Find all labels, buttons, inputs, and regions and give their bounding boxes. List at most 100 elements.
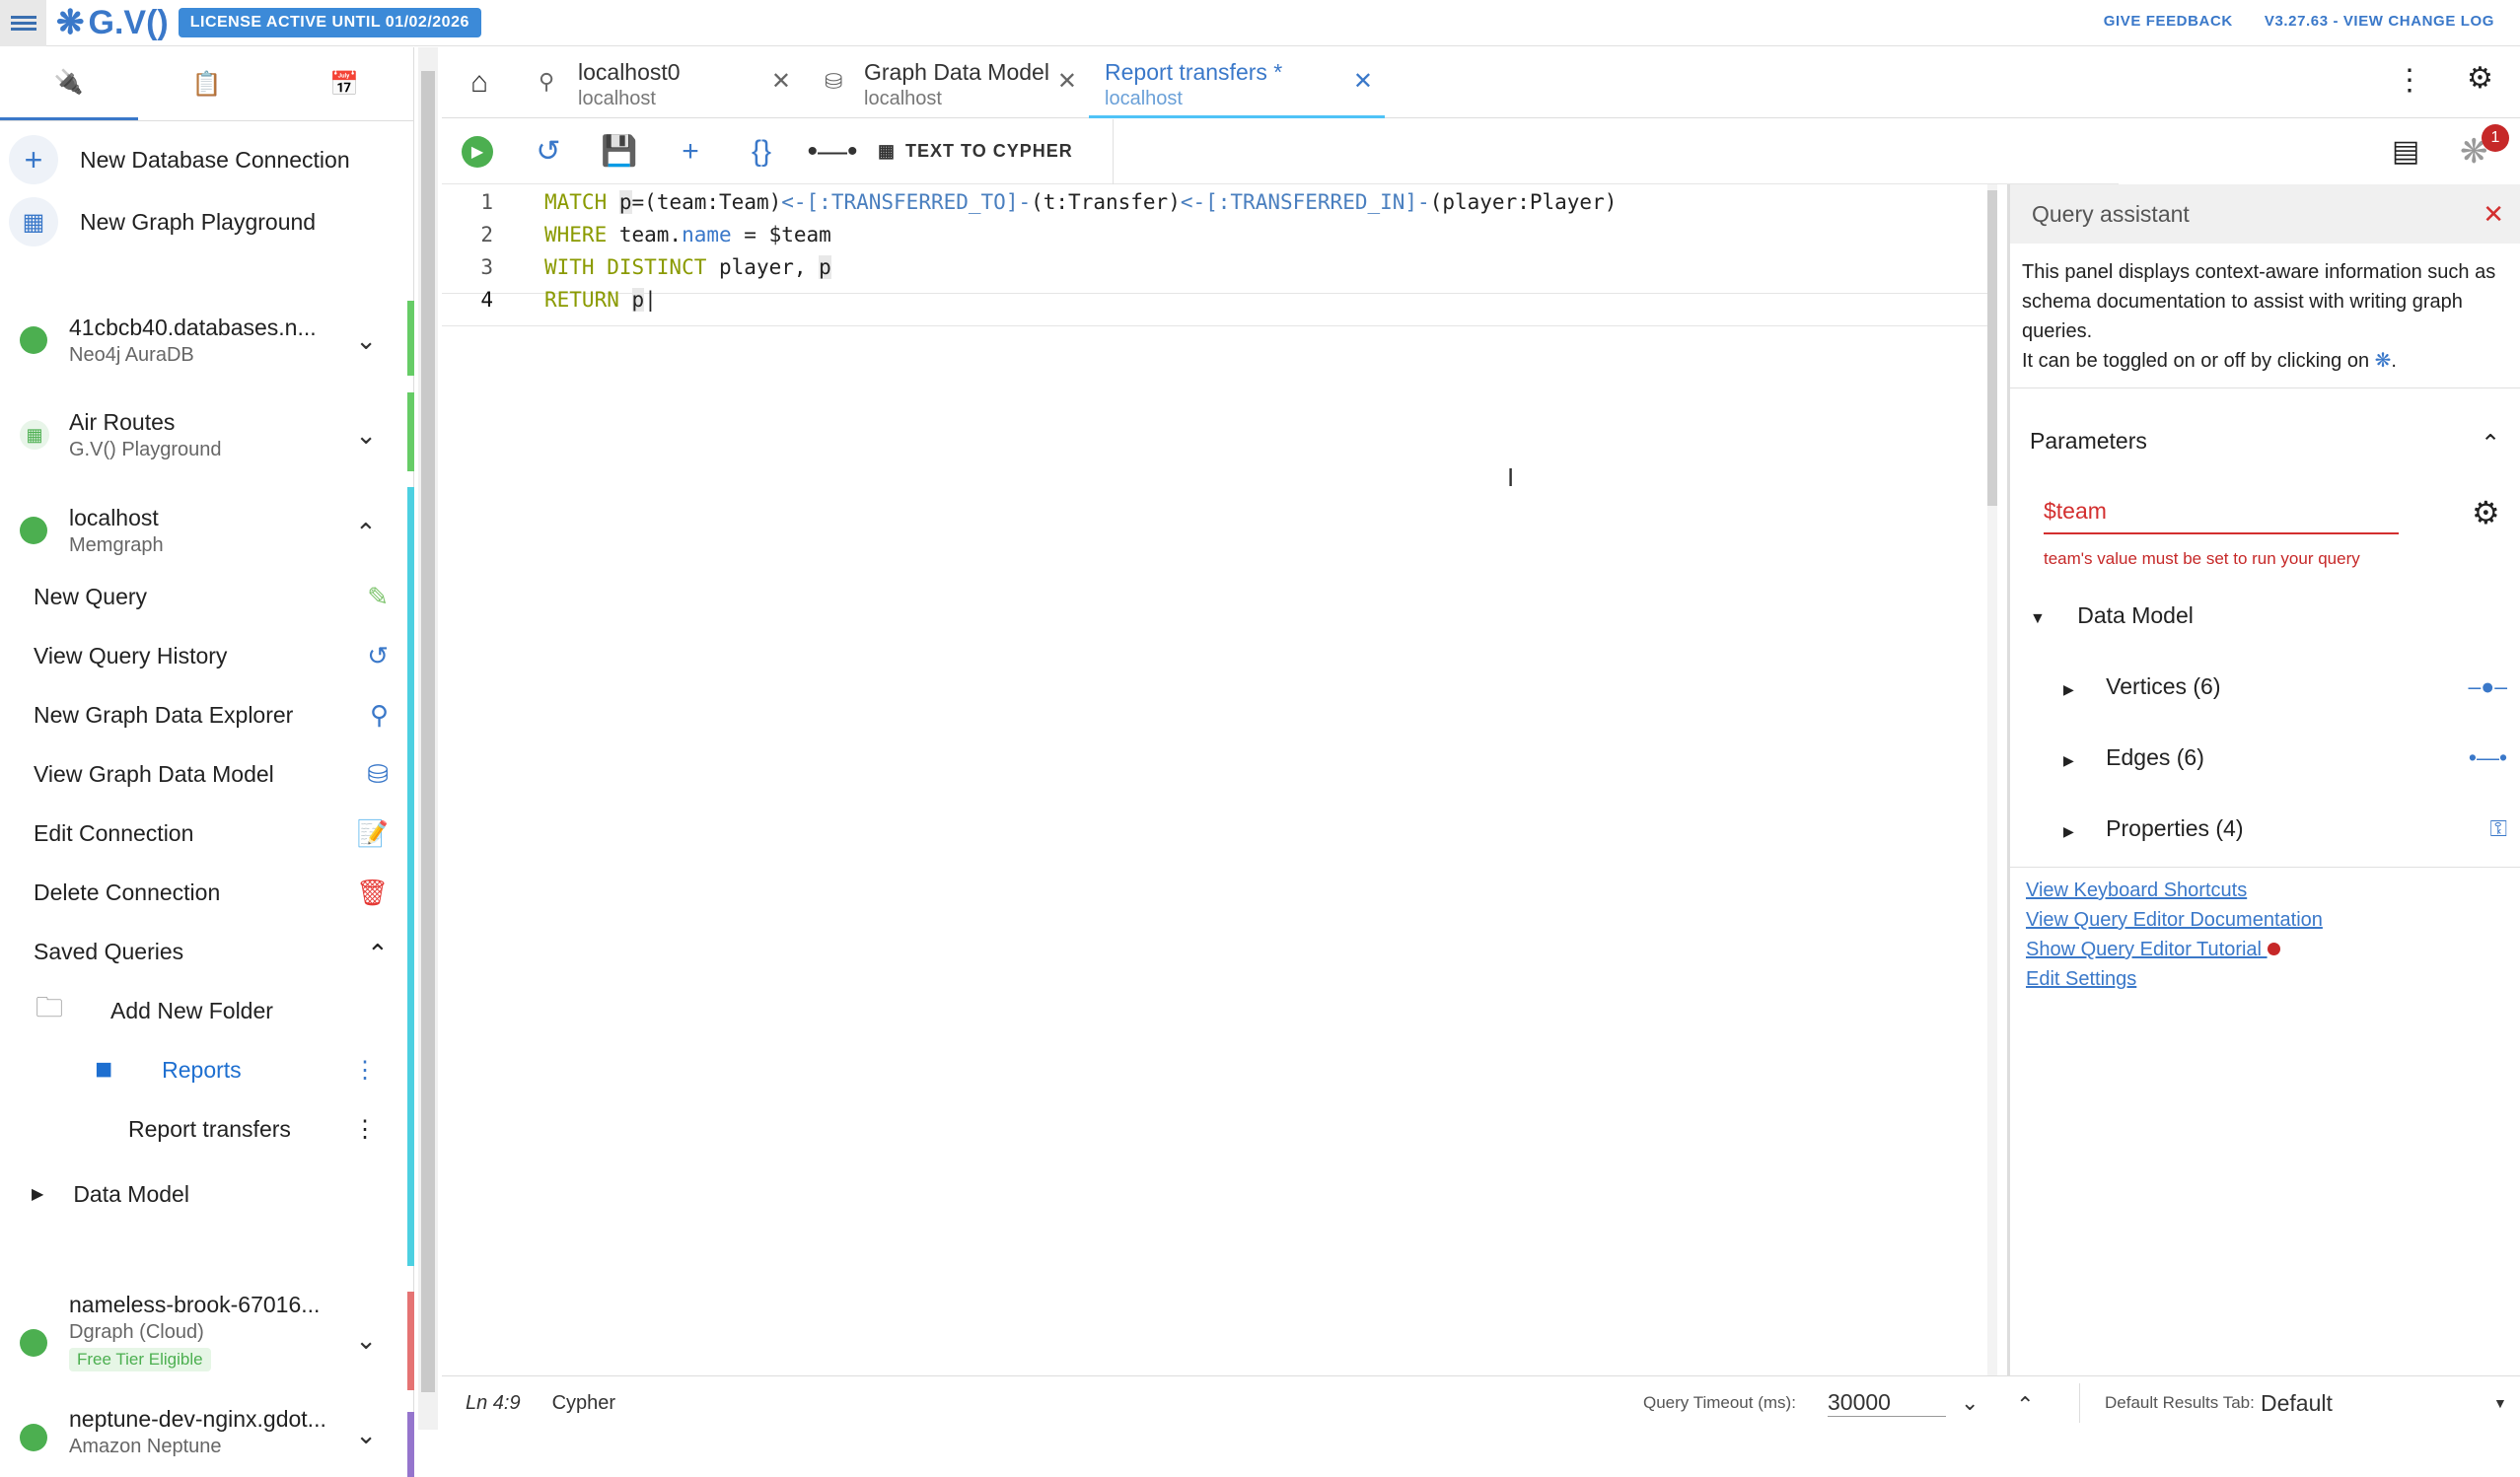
gear-icon[interactable]: ⚙ <box>2472 494 2500 531</box>
ai-chip-icon: ▦ <box>878 141 897 161</box>
more-vert-icon[interactable]: ⋮ <box>353 1115 377 1144</box>
menu-icon[interactable] <box>0 0 46 46</box>
search-doc-icon: ⚲ <box>539 68 555 94</box>
version-changelog-link[interactable]: V3.27.63 - VIEW CHANGE LOG <box>2265 13 2494 30</box>
chevron-down-icon[interactable]: ⌄ <box>355 1325 377 1356</box>
text-cursor-icon: I <box>1507 462 1515 492</box>
current-line-highlight <box>442 293 1990 326</box>
add-button[interactable]: + <box>655 135 726 169</box>
connection-localhost[interactable]: localhost Memgraph ⌄ <box>0 496 414 565</box>
query-assistant-panel: Query assistant ✕ This panel displays co… <box>2007 184 2520 1375</box>
assistant-toggle-button[interactable]: ❋ 1 <box>2460 124 2509 172</box>
edit-settings-link[interactable]: Edit Settings <box>2026 968 2136 991</box>
chip-icon: ▦ <box>20 420 49 450</box>
run-query-button[interactable]: ▶ <box>442 135 513 168</box>
editor-docs-link[interactable]: View Query Editor Documentation <box>2026 909 2323 932</box>
chevron-up-icon[interactable]: ⌄ <box>355 516 377 546</box>
free-tier-badge: Free Tier Eligible <box>69 1348 211 1372</box>
sidebar-tab-connections[interactable]: 🔌 <box>0 47 138 120</box>
new-playground-button[interactable]: ▦ New Graph Playground <box>0 192 414 251</box>
tab-report-transfers[interactable]: Report transfers * localhost ✕ <box>1089 47 1385 118</box>
caret-right-icon: ▶ <box>2063 681 2074 697</box>
text-to-cypher-button[interactable]: ▦ TEXT TO CYPHER <box>878 141 1073 162</box>
connection-color-bar <box>407 1292 414 1390</box>
view-data-model-item[interactable]: View Graph Data Model ⛁ <box>34 749 389 799</box>
more-vert-icon[interactable]: ⋮ <box>2395 63 2424 98</box>
saved-query-report-transfers[interactable]: Report transfers ⋮ <box>0 1104 414 1154</box>
plug-icon: 🔌 <box>53 69 84 96</box>
vertex-icon: –●– <box>2468 673 2507 699</box>
close-icon[interactable]: ✕ <box>1353 67 1373 96</box>
code-line-4: RETURN p| <box>544 288 657 312</box>
assistant-description: This panel displays context-aware inform… <box>2010 244 2520 388</box>
delete-connection-item[interactable]: Delete Connection 🗑 <box>34 868 389 917</box>
more-vert-icon[interactable]: ⋮ <box>353 1056 377 1085</box>
parameters-header[interactable]: Parameters ⌄ <box>2010 411 2520 470</box>
close-icon[interactable]: ✕ <box>2483 199 2504 230</box>
history-icon: ↺ <box>367 640 389 670</box>
add-folder-button[interactable]: 🗀 Add New Folder <box>0 986 414 1035</box>
new-query-item[interactable]: New Query ✎ <box>34 572 389 621</box>
close-icon[interactable]: ✕ <box>771 67 791 96</box>
edges-item[interactable]: ▶ Edges (6) •—• <box>2063 744 2507 771</box>
editor-tutorial-link[interactable]: Show Query Editor Tutorial <box>2026 939 2280 961</box>
code-line-1: MATCH p=(team:Team)<-[:TRANSFERRED_TO]-(… <box>544 190 1618 214</box>
keyboard-shortcuts-link[interactable]: View Keyboard Shortcuts <box>2026 879 2247 902</box>
new-connection-button[interactable]: + New Database Connection <box>0 130 414 189</box>
chevron-down-icon[interactable]: ⌄ <box>355 1420 377 1450</box>
chevron-up-icon[interactable]: ⌄ <box>367 937 389 967</box>
folder-reports[interactable]: ■ Reports ⋮ <box>0 1045 414 1094</box>
edit-doc-icon: 📝 <box>356 817 389 848</box>
chevron-down-icon[interactable]: ⌄ <box>355 325 377 356</box>
chevron-up-icon[interactable]: ⌄ <box>2016 1390 2034 1416</box>
query-history-button[interactable]: ↺ <box>513 134 584 169</box>
query-editor[interactable]: 1 2 3 4 MATCH p=(team:Team)<-[:TRANSFERR… <box>442 184 2005 1375</box>
edit-connection-item[interactable]: Edit Connection 📝 <box>34 809 389 858</box>
connection-dgraph[interactable]: nameless-brook-67016... Dgraph (Cloud) F… <box>0 1292 414 1390</box>
tab-graph-data-model[interactable]: ⛁ Graph Data Model localhost ✕ <box>803 47 1089 118</box>
properties-item[interactable]: ▶ Properties (4) ⚿ <box>2063 815 2507 842</box>
chevron-down-icon[interactable]: ⌄ <box>1961 1390 1979 1416</box>
history-icon: ↺ <box>536 135 561 168</box>
saved-queries-header[interactable]: Saved Queries ⌄ <box>34 927 389 976</box>
editor-scrollbar[interactable] <box>1987 184 1997 1375</box>
top-bar: ❋ G.V() LICENSE ACTIVE UNTIL 01/02/2026 … <box>0 0 2520 46</box>
plus-icon: + <box>682 134 699 168</box>
app-logo[interactable]: ❋ G.V() <box>56 3 169 42</box>
results-tab-select[interactable]: Default <box>2261 1390 2507 1417</box>
give-feedback-link[interactable]: GIVE FEEDBACK <box>2104 13 2233 30</box>
connection-neo4j[interactable]: 41cbcb40.databases.n... Neo4j AuraDB ⌄ <box>0 306 414 375</box>
connection-neptune[interactable]: neptune-dev-nginx.gdot... Amazon Neptune… <box>0 1406 414 1475</box>
connection-air-routes[interactable]: ▦ Air Routes G.V() Playground ⌄ <box>0 400 414 469</box>
results-tab-label: Default Results Tab: <box>2105 1393 2255 1412</box>
chevron-down-icon[interactable]: ⌄ <box>355 420 377 451</box>
sidebar-tab-clipboard[interactable]: 📋 <box>138 47 276 120</box>
param-team-field[interactable]: $team <box>2044 498 2399 534</box>
vertices-item[interactable]: ▶ Vertices (6) –●– <box>2063 673 2507 700</box>
data-model-header[interactable]: ▼ Data Model <box>2030 602 2520 629</box>
format-query-button[interactable]: {} <box>726 135 797 169</box>
timeout-input[interactable]: 30000 <box>1828 1389 1946 1417</box>
status-dot <box>20 1329 47 1357</box>
key-icon: ⚿ <box>2489 815 2507 841</box>
chat-icon[interactable]: ▤ <box>2392 134 2419 169</box>
status-dot <box>20 1424 47 1451</box>
graph-style-button[interactable]: •—• <box>797 135 868 169</box>
new-graph-explorer-item[interactable]: New Graph Data Explorer ⚲ <box>34 690 389 739</box>
data-model-tree-item[interactable]: ▶ Data Model <box>0 1169 414 1219</box>
status-bar: Ln 4:9 Cypher Query Timeout (ms): 30000 … <box>442 1375 2520 1430</box>
sidebar-scrollbar[interactable] <box>418 47 438 1430</box>
caret-right-icon: ▶ <box>2063 823 2074 839</box>
sidebar-tab-schedule[interactable]: 📅 <box>275 47 413 120</box>
save-query-button[interactable]: 💾 <box>584 134 655 169</box>
home-tab[interactable]: ⌂ <box>442 47 517 118</box>
dropdown-arrow-icon: ▼ <box>2493 1395 2507 1411</box>
gear-icon[interactable]: ⚙ <box>2467 61 2493 96</box>
connection-color-bar <box>407 392 414 471</box>
tab-localhost0[interactable]: ⚲ localhost0 localhost ✕ <box>517 47 803 118</box>
param-error: team's value must be set to run your que… <box>2044 549 2360 568</box>
nodes-icon: •—• <box>807 134 858 168</box>
close-icon[interactable]: ✕ <box>1057 67 1077 96</box>
view-query-history-item[interactable]: View Query History ↺ <box>34 631 389 680</box>
code-line-2: WHERE team.name = $team <box>544 223 831 246</box>
